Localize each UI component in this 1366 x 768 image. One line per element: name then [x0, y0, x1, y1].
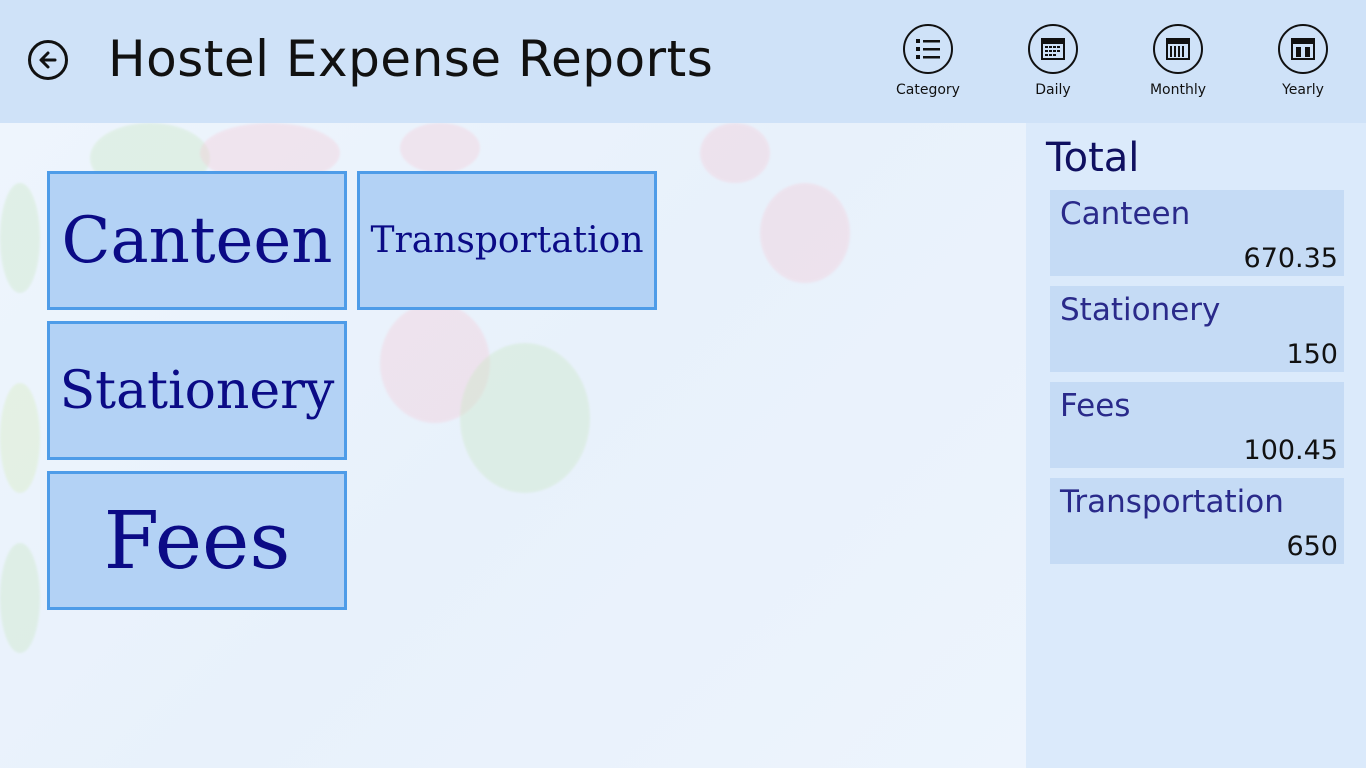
total-item-transportation: Transportation 650	[1050, 478, 1344, 564]
category-button[interactable]: Category	[878, 24, 978, 98]
yearly-button[interactable]: Yearly	[1253, 24, 1353, 98]
total-item-name: Transportation	[1060, 484, 1284, 520]
back-arrow-icon	[39, 51, 57, 69]
calendar-month-icon	[1166, 38, 1190, 60]
monthly-label: Monthly	[1149, 82, 1207, 98]
total-item-stationery: Stationery 150	[1050, 286, 1344, 372]
calendar-day-icon	[1041, 38, 1065, 60]
tile-transportation[interactable]: Transportation	[357, 171, 657, 310]
monthly-button[interactable]: Monthly	[1128, 24, 1228, 98]
yearly-label: Yearly	[1282, 82, 1324, 98]
total-item-amount: 670.35	[1243, 243, 1338, 274]
total-item-amount: 150	[1286, 339, 1338, 370]
tile-canteen[interactable]: Canteen	[47, 171, 347, 310]
totals-title: Total	[1046, 135, 1140, 181]
totals-panel: Total Canteen 670.35 Stationery 150 Fees…	[1026, 123, 1366, 768]
tile-stationery[interactable]: Stationery	[47, 321, 347, 460]
daily-button[interactable]: Daily	[1003, 24, 1103, 98]
calendar-year-icon	[1291, 38, 1315, 60]
total-item-name: Stationery	[1060, 292, 1221, 328]
tile-fees[interactable]: Fees	[47, 471, 347, 610]
category-label: Category	[896, 82, 960, 98]
total-item-amount: 100.45	[1243, 435, 1338, 466]
total-item-amount: 650	[1286, 531, 1338, 562]
page-title: Hostel Expense Reports	[108, 30, 714, 88]
daily-label: Daily	[1035, 82, 1071, 98]
total-item-fees: Fees 100.45	[1050, 382, 1344, 468]
list-icon	[916, 39, 940, 59]
back-button[interactable]	[28, 40, 68, 80]
total-item-name: Canteen	[1060, 196, 1191, 232]
total-item-name: Fees	[1060, 388, 1131, 424]
top-app-bar: Hostel Expense Reports Category Daily Mo…	[0, 0, 1366, 123]
total-item-canteen: Canteen 670.35	[1050, 190, 1344, 276]
